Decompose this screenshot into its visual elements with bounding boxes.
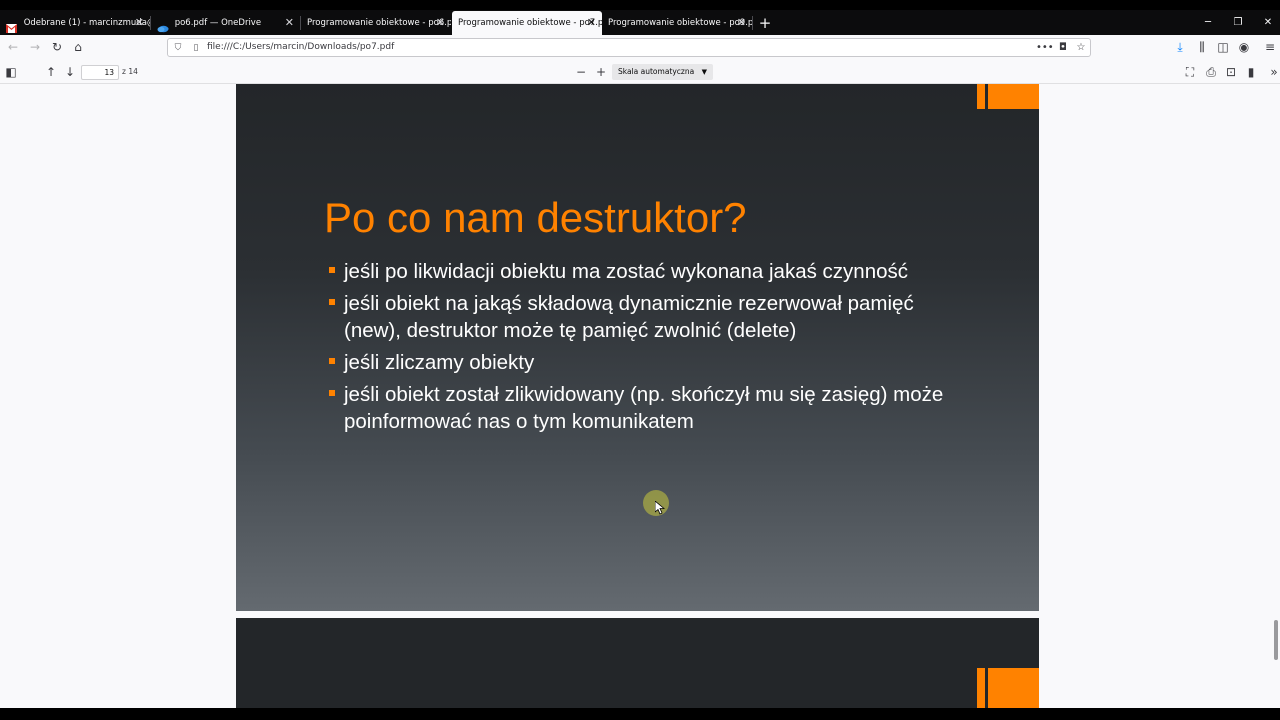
page-number-input[interactable]: 13 [81, 65, 119, 80]
tab-po6[interactable]: Programowanie obiektowe - po6.p ✕ [301, 11, 451, 35]
bookmark-icon[interactable]: ▮ [1243, 64, 1259, 80]
bullet-item: jeśli obiekt na jakąś składową dynamiczn… [329, 290, 969, 344]
tab-label: Programowanie obiektowe - po9.p [608, 18, 752, 28]
scrollbar-thumb[interactable] [1274, 620, 1278, 660]
save-icon[interactable]: ⊡ [1223, 64, 1239, 80]
zoom-out-icon[interactable]: − [573, 64, 589, 80]
home-icon[interactable]: ⌂ [70, 39, 86, 55]
page-actions-icon[interactable]: ••• [1036, 40, 1054, 56]
next-page-icon[interactable]: ↓ [62, 64, 78, 80]
gmail-icon [6, 19, 17, 33]
browser-window: Odebrane (1) - marcinzmuda@ ✕ po6.pdf — … [0, 0, 1280, 720]
accent-bar [977, 84, 985, 109]
sidebar-icon[interactable]: ◫ [1215, 39, 1231, 55]
close-tab-icon[interactable]: ✕ [285, 11, 294, 35]
library-icon[interactable]: ⫼ [1194, 39, 1210, 55]
tab-label: Programowanie obiektowe - po7.p [458, 18, 602, 28]
close-tab-icon[interactable]: ✕ [737, 11, 746, 35]
previous-page-icon[interactable]: ↑ [43, 64, 59, 80]
tab-onedrive[interactable]: po6.pdf — OneDrive ✕ [151, 11, 300, 35]
close-icon[interactable]: ✕ [1253, 11, 1280, 35]
tab-po9[interactable]: Programowanie obiektowe - po9.p ✕ [602, 11, 752, 35]
close-tab-icon[interactable]: ✕ [436, 11, 445, 35]
tab-po7[interactable]: Programowanie obiektowe - po7.p ✕ [452, 11, 602, 35]
top-edge [0, 0, 1280, 10]
tab-gmail[interactable]: Odebrane (1) - marcinzmuda@ ✕ [0, 11, 150, 35]
onedrive-icon [157, 19, 169, 32]
next-slide-page [236, 618, 1039, 708]
bullet-item: jeśli obiekt został zlikwidowany (np. sk… [329, 381, 969, 435]
shield-icon[interactable]: ⛉ [172, 41, 184, 55]
mouse-cursor-icon [655, 501, 665, 515]
page-count: z 14 [122, 67, 138, 76]
slide-page: Po co nam destruktor? jeśli po likwidacj… [236, 84, 1039, 611]
download-icon[interactable]: ⤓ [1172, 39, 1188, 55]
presentation-mode-icon[interactable]: ⛶ [1182, 64, 1198, 80]
reload-icon[interactable]: ↻ [49, 39, 65, 55]
restore-icon[interactable]: ❐ [1223, 11, 1253, 35]
bullet-item: jeśli zliczamy obiekty [329, 349, 969, 376]
forward-icon[interactable]: → [27, 39, 43, 55]
menu-icon[interactable]: ≡ [1262, 39, 1278, 55]
bullet-item: jeśli po likwidacji obiektu ma zostać wy… [329, 258, 969, 285]
zoom-select[interactable]: Skala automatyczna ▼ [612, 64, 713, 80]
tools-icon[interactable]: » [1266, 64, 1280, 80]
tab-label: Odebrane (1) - marcinzmuda@ [23, 18, 150, 28]
sidebar-toggle-icon[interactable]: ◧ [3, 64, 19, 80]
minimize-icon[interactable]: ─ [1193, 11, 1223, 35]
url-text[interactable]: file:///C:/Users/marcin/Downloads/po7.pd… [207, 39, 394, 56]
close-tab-icon[interactable]: ✕ [135, 11, 144, 35]
accent-block [988, 84, 1039, 109]
url-bar[interactable]: ⛉ ▯ file:///C:/Users/marcin/Downloads/po… [167, 38, 1091, 57]
close-tab-icon[interactable]: ✕ [587, 11, 596, 35]
zoom-value: Skala automatyczna [618, 67, 695, 76]
tab-label: po6.pdf — OneDrive [174, 18, 262, 28]
account-icon[interactable]: ◉ [1236, 39, 1252, 55]
plus-icon[interactable]: + [756, 11, 774, 35]
accent-block [988, 668, 1039, 708]
back-icon[interactable]: ← [5, 39, 21, 55]
pocket-icon[interactable]: ◘ [1056, 40, 1070, 56]
accent-bar [977, 668, 985, 708]
page-icon: ▯ [193, 43, 199, 53]
tab-separator [752, 16, 753, 30]
print-icon[interactable]: ⎙ [1203, 64, 1219, 80]
zoom-in-icon[interactable]: + [593, 64, 609, 80]
chevron-down-icon: ▼ [701, 68, 707, 76]
bottom-edge [0, 708, 1280, 720]
bullet-list: jeśli po likwidacji obiektu ma zostać wy… [329, 258, 969, 440]
bookmark-star-icon[interactable]: ☆ [1074, 40, 1088, 56]
slide-title: Po co nam destruktor? [324, 194, 747, 241]
tab-label: Programowanie obiektowe - po6.p [307, 18, 451, 28]
